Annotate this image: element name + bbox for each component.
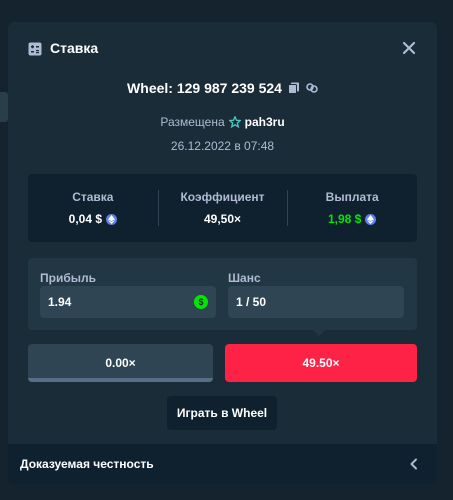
stat-multiplier-label: Коэффициент: [180, 190, 265, 204]
username[interactable]: pah3ru: [245, 115, 285, 129]
chance-field: 1 / 50: [228, 286, 404, 318]
segment-zero-label: 0.00×: [105, 356, 136, 370]
bet-amount: 0,04 $: [68, 212, 103, 226]
profit-field: 1.94 $: [40, 286, 216, 318]
copy-icon[interactable]: [287, 82, 300, 94]
segment-details: Прибыль 1.94 $ Шанс 1 / 50: [28, 258, 417, 330]
ethereum-icon: [106, 213, 118, 225]
bet-slip-icon: [28, 42, 42, 56]
chance-value: 1 / 50: [236, 295, 267, 309]
ethereum-icon: [365, 213, 377, 225]
bet-datetime: 26.12.2022 в 07:48: [170, 139, 275, 153]
profit-label: Прибыль: [40, 271, 96, 285]
provably-fair-label: Доказуемая честность: [20, 457, 154, 471]
provably-fair-section[interactable]: Доказуемая честность: [8, 444, 437, 484]
segment-zero[interactable]: 0.00×: [28, 344, 213, 382]
play-wheel-button[interactable]: Играть в Wheel: [167, 396, 277, 430]
payout-amount: 1,98 $: [327, 212, 362, 226]
stat-payout-label: Выплата: [325, 190, 379, 204]
profit-value: 1.94: [48, 295, 72, 309]
chevron-left-icon[interactable]: [409, 458, 419, 470]
background-element: [0, 92, 8, 122]
bet-id-row: Wheel: 129 987 239 524: [8, 80, 437, 96]
vip-star-icon: [228, 116, 241, 128]
stat-payout-value: 1,98 $: [327, 212, 377, 226]
bet-modal: Ставка Wheel: 129 987 239 524 Размещена …: [8, 22, 437, 484]
stat-bet-value: 0,04 $: [68, 212, 118, 226]
stat-bet: Ставка 0,04 $: [28, 174, 158, 242]
placed-label: Размещена: [160, 115, 225, 129]
chance-label: Шанс: [228, 271, 261, 285]
modal-header: Ставка: [8, 22, 437, 76]
close-icon[interactable]: [401, 40, 417, 56]
stat-multiplier-value: 49,50×: [203, 212, 242, 226]
segment-win-label: 49.50×: [302, 356, 340, 370]
segment-pointer: [313, 330, 325, 336]
stat-bet-label: Ставка: [72, 190, 114, 204]
bet-id: Wheel: 129 987 239 524: [127, 80, 282, 96]
bet-stats: Ставка 0,04 $ Коэффициент 49,50× Выплата…: [28, 174, 417, 242]
segment-zero-bar: [28, 378, 213, 382]
segment-win[interactable]: 49.50×: [225, 344, 417, 382]
placed-by-row: Размещена pah3ru: [8, 115, 437, 129]
stat-payout: Выплата 1,98 $: [287, 174, 417, 242]
link-icon[interactable]: [306, 82, 318, 94]
dollar-coin-icon: $: [194, 295, 208, 309]
stat-multiplier: Коэффициент 49,50×: [157, 174, 288, 242]
modal-title: Ставка: [50, 40, 99, 56]
